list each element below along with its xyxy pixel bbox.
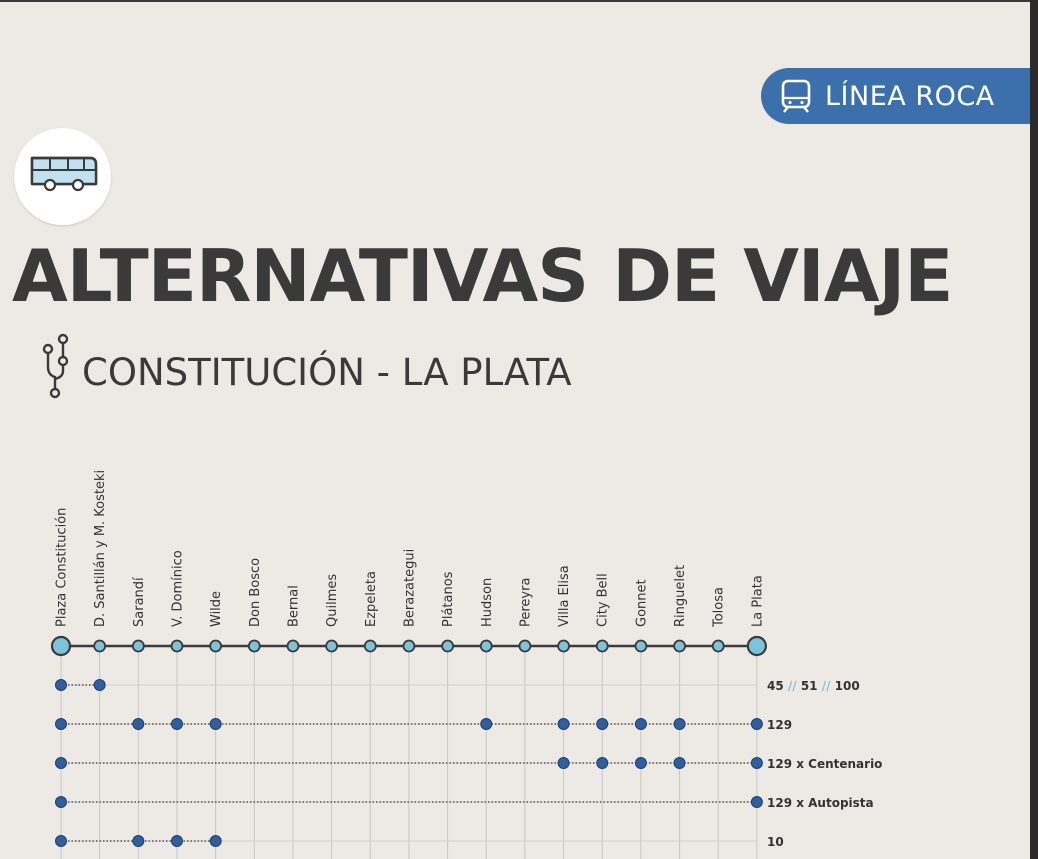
line-badge: LÍNEA ROCA xyxy=(761,68,1030,124)
station-stop-circle xyxy=(247,639,261,653)
service-stop-dot xyxy=(55,757,67,769)
service-stop-dot xyxy=(557,757,570,769)
route-icon xyxy=(42,333,69,399)
service-number: 129 x Autopista xyxy=(767,796,874,810)
service-stop-dot xyxy=(596,718,609,730)
station-stop-circle xyxy=(286,639,300,653)
station-stop-circle xyxy=(170,639,184,653)
service-stop-dot xyxy=(55,796,67,808)
service-number: 129 x Centenario xyxy=(767,757,882,771)
station-label: D. Santillán y M. Kosteki xyxy=(93,470,108,627)
station-label: Ezpeleta xyxy=(364,571,379,627)
station-label: Plaza Constitución xyxy=(55,508,70,627)
station-stop-circle xyxy=(673,639,686,653)
service-stop-dot xyxy=(673,757,686,769)
route-subtitle: CONSTITUCIÓN - LA PLATA xyxy=(82,351,572,394)
station-stop-circle xyxy=(209,639,223,653)
service-number: 10 xyxy=(767,835,784,849)
station-label: Hudson xyxy=(480,578,495,627)
service-stop-dot xyxy=(480,718,493,730)
service-stop-dot xyxy=(55,718,67,730)
station-label: Pereyra xyxy=(518,578,533,627)
service-label: 129 x Autopista xyxy=(767,796,874,810)
service-stop-dot xyxy=(132,835,145,847)
station-label: Sarandí xyxy=(132,577,147,627)
station-stop-circle xyxy=(634,639,648,653)
service-stop-dot xyxy=(596,757,609,769)
service-stop-dot xyxy=(750,796,763,808)
service-stop-dot xyxy=(209,835,222,847)
page-title: ALTERNATIVAS DE VIAJE xyxy=(12,234,953,318)
service-stop-dot xyxy=(132,718,145,730)
service-number: 100 xyxy=(835,679,860,693)
service-stop-dot xyxy=(557,718,570,730)
station-stop-circle xyxy=(131,639,145,653)
service-label: 129 x Centenario xyxy=(767,757,882,771)
service-separator: // xyxy=(784,679,801,693)
service-number: 45 xyxy=(767,679,784,693)
station-label: Quilmes xyxy=(325,574,340,627)
service-label: 129 xyxy=(767,718,792,732)
station-stop-circle xyxy=(711,639,725,653)
station-label: Ringuelet xyxy=(673,565,688,627)
poster: LÍNEA ROCA ALTERNATIVAS DE VIAJE CONSTIT… xyxy=(0,0,1030,859)
station-label: City Bell xyxy=(596,573,611,627)
station-label: Plátanos xyxy=(441,571,456,627)
service-label: 10 xyxy=(767,835,784,849)
service-stop-dot xyxy=(673,718,686,730)
station-label: La Plata xyxy=(750,575,765,627)
station-stop-circle xyxy=(363,639,377,653)
station-stop-circle xyxy=(557,639,570,653)
service-number: 129 xyxy=(767,718,792,732)
service-stop-dot xyxy=(93,679,106,691)
station-label: Villa Elisa xyxy=(557,565,572,627)
service-stop-dot xyxy=(55,679,67,691)
service-stop-dot xyxy=(55,835,67,847)
train-icon xyxy=(781,79,811,113)
service-separator: // xyxy=(818,679,835,693)
station-label: Wilde xyxy=(209,591,224,627)
station-label: V. Domínico xyxy=(170,550,185,627)
service-stop-dot xyxy=(634,757,647,769)
bus-icon xyxy=(30,156,98,192)
service-stop-dot xyxy=(170,835,183,847)
station-stop-circle xyxy=(518,639,532,653)
service-stop-dot xyxy=(634,718,647,730)
bus-badge xyxy=(14,128,111,225)
terminal-stop-circle xyxy=(746,635,767,657)
service-number: 51 xyxy=(801,679,818,693)
station-label: Gonnet xyxy=(634,579,649,627)
service-stop-dot xyxy=(209,718,222,730)
route-diagram: Plaza Constitución D. Santillán y M. Kost… xyxy=(50,470,882,859)
station-stop-circle xyxy=(595,639,609,653)
station-stop-circle xyxy=(402,639,416,653)
station-stop-circle xyxy=(441,639,455,653)
service-stop-dot xyxy=(750,757,763,769)
terminal-stop-circle xyxy=(50,635,72,657)
station-stop-circle xyxy=(479,639,493,653)
station-label: Tolosa xyxy=(712,587,727,628)
service-label: 45 // 51 // 100 xyxy=(767,679,860,693)
line-badge-label: LÍNEA ROCA xyxy=(825,80,995,112)
station-label: Berazategui xyxy=(402,549,417,627)
station-label: Bernal xyxy=(286,585,301,627)
service-stop-dot xyxy=(750,718,763,730)
station-stop-circle xyxy=(325,639,339,653)
top-border xyxy=(0,0,1030,2)
station-label: Don Bosco xyxy=(248,558,263,627)
service-stop-dot xyxy=(170,718,183,730)
station-stop-circle xyxy=(93,639,107,653)
